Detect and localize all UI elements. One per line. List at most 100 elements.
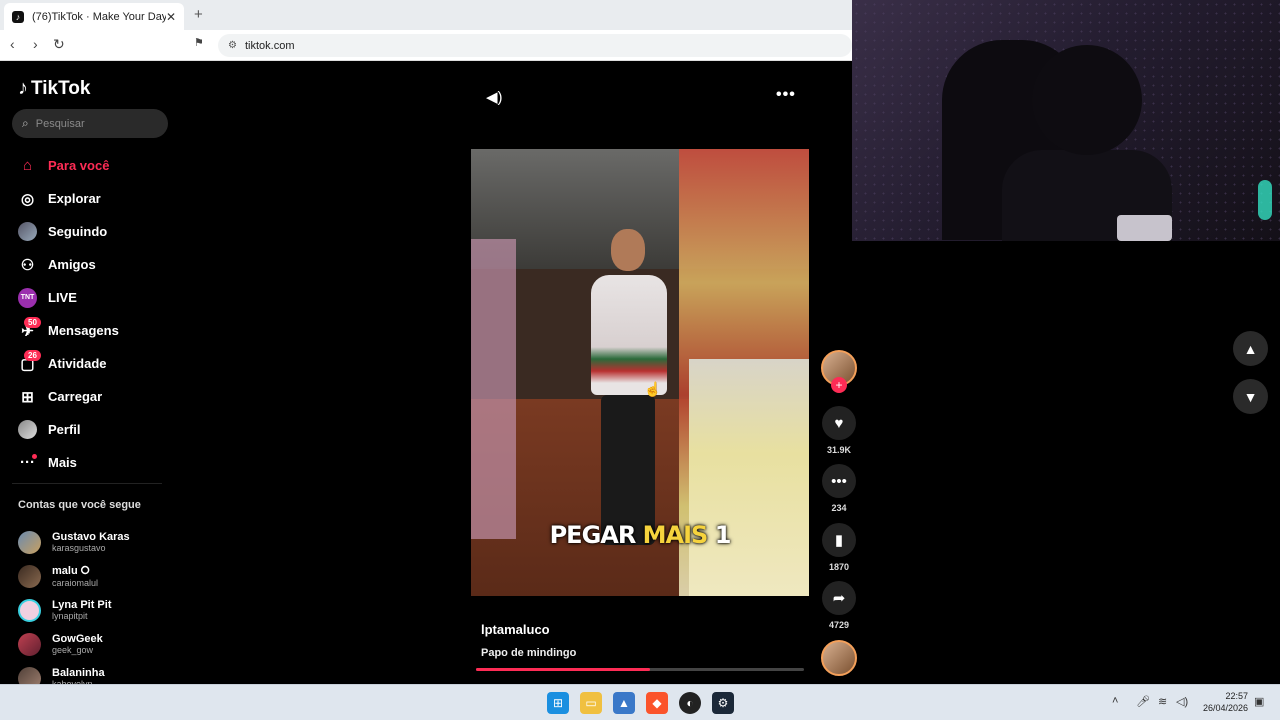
bookmark-save-icon[interactable]: ▮ [822,523,856,557]
wifi-icon[interactable]: ≋ [1158,695,1167,708]
following-name: malu ⭘ [52,564,90,577]
steam-icon[interactable]: ⚙ [712,692,734,714]
friends-icon: ⚇ [20,256,35,274]
comment-action[interactable]: ••• 234 [821,464,857,513]
following-item[interactable]: Balaninha kabevelyn [18,661,178,684]
comment-count: 234 [831,503,847,513]
profile-avatar-icon [18,420,37,439]
following-name: Balaninha [52,667,105,679]
sidebar-item-explorar[interactable]: ◎ Explorar [0,182,180,215]
sidebar: ♪ TikTok ⌕ Pesquisar ⌂ Para você ◎ Explo… [0,61,180,684]
forward-icon[interactable]: › [33,36,38,52]
sidebar-item-label: Mais [48,455,77,470]
windows-start-icon[interactable]: ⊞ [547,692,569,714]
following-item[interactable]: Lyna Pit Pit lynapitpit [18,593,178,627]
sidebar-item-mensagens[interactable]: ✈ 50 Mensagens [0,314,180,347]
microphone-icon[interactable]: 🎤︎ [1136,695,1150,708]
following-item[interactable]: malu ⭘ caraiomalul [18,559,178,593]
url-field[interactable]: ⚙ tiktok.com [218,34,852,57]
reload-icon[interactable]: ↻ [53,36,65,53]
save-action[interactable]: ▮ 1870 [821,523,857,572]
new-tab-button[interactable]: + [194,6,203,23]
like-count: 31.9K [826,445,852,455]
volume-icon[interactable]: ◀) [486,88,503,106]
video-scene-fridge [689,359,809,596]
sidebar-item-label: Atividade [48,356,107,371]
more-options-icon[interactable]: ••• [776,86,796,104]
search-input[interactable]: ⌕ Pesquisar [12,109,168,138]
follow-plus-button[interactable]: + [831,377,847,393]
url-text: tiktok.com [244,39,295,52]
following-list: Gustavo Karas karasgustavo malu ⭘ caraioma… [18,525,178,684]
next-video-chevron-down-icon[interactable]: ▼ [1233,379,1268,414]
messages-badge: 50 [24,317,41,328]
video-author[interactable]: lptamaluco [481,622,550,637]
video-progress-bar[interactable] [476,668,804,671]
share-action[interactable]: ➦ 4729 [821,581,857,630]
video-player[interactable]: PEGAR MAIS 1 [471,149,809,596]
notification-bell-icon[interactable]: ▣ [1254,695,1264,708]
following-item[interactable]: GowGeek geek_gow [18,627,178,661]
webcam-light [1258,180,1272,220]
search-placeholder: Pesquisar [35,117,85,130]
tray-chevron-up-icon[interactable]: ˄ [1112,695,1118,707]
sidebar-item-carregar[interactable]: ⊞ Carregar [0,380,180,413]
speaker-icon[interactable]: ◁) [1176,695,1188,708]
tiktok-logo[interactable]: ♪ TikTok [18,77,90,100]
sidebar-item-amigos[interactable]: ⚇ Amigos [0,248,180,281]
sidebar-item-para-voce[interactable]: ⌂ Para você [0,149,180,182]
browser-tab-bar: ♪ (76)TikTok · Make Your Day ✕ + [0,0,852,30]
sidebar-item-label: LIVE [48,290,77,305]
system-clock[interactable]: 22:57 26/04/2026 [1198,690,1248,714]
sidebar-item-mais[interactable]: ··· Mais [0,446,180,479]
following-avatar-icon [18,222,37,241]
caption-prefix: PEGAR [549,521,643,549]
app-icon[interactable]: ◐ [679,692,701,714]
sidebar-item-label: Perfil [48,422,81,437]
notification-dot [32,454,37,459]
following-handle: caraiomalul [52,577,99,588]
taskbar: ⊞ ▭ ▲ ◆ ◐ ⚙ ˄ 🎤︎ ≋ ◁) 22:57 26/04/2026 ▣ [0,684,1280,720]
browser-tab[interactable]: ♪ (76)TikTok · Make Your Day ✕ [4,3,184,30]
sidebar-item-label: Carregar [48,389,103,404]
bookmark-icon[interactable]: ⚑ [194,36,204,49]
avatar [18,564,41,588]
share-icon[interactable]: ➦ [822,581,856,615]
following-item[interactable]: Gustavo Karas karasgustavo [18,525,178,559]
sidebar-item-perfil[interactable]: Perfil [0,413,180,446]
avatar [18,666,41,684]
sidebar-item-label: Seguindo [48,224,108,239]
photos-icon[interactable]: ▲ [613,692,635,714]
sidebar-item-live[interactable]: TNT LIVE [0,281,180,314]
back-icon[interactable]: ‹ [10,36,15,52]
mouse-cursor-icon: ☝ [644,381,662,397]
home-icon: ⌂ [22,157,33,174]
sidebar-item-label: Para você [48,158,110,173]
site-info-icon[interactable]: ⚙ [228,40,237,51]
sidebar-item-label: Explorar [48,191,101,206]
address-bar-row: ‹ › ↻ ⚑ ⚙ tiktok.com [0,30,852,61]
close-tab-icon[interactable]: ✕ [166,10,176,24]
share-count: 4729 [828,620,850,630]
following-handle: geek_gow [52,645,94,655]
compass-icon: ◎ [20,190,35,208]
following-handle: karasgustavo [52,543,106,553]
video-scene-person [583,229,673,569]
clock-time: 22:57 [1225,691,1248,701]
logo-text: TikTok [31,77,91,99]
heart-icon[interactable]: ♥ [822,406,856,440]
search-icon: ⌕ [22,116,29,130]
webcam-cup [1117,215,1172,241]
upload-icon: ⊞ [21,388,34,406]
sidebar-item-label: Amigos [48,257,96,272]
brave-browser-icon[interactable]: ◆ [646,692,668,714]
screen: ♪ (76)TikTok · Make Your Day ✕ + ‹ › ↻ ⚑… [0,0,1280,720]
tiktok-logo-icon: ♪ [18,77,28,99]
music-disc-avatar[interactable] [821,640,857,676]
like-action[interactable]: ♥ 31.9K [821,406,857,455]
file-explorer-icon[interactable]: ▭ [580,692,602,714]
comment-icon[interactable]: ••• [822,464,856,498]
sidebar-item-atividade[interactable]: ▢ 26 Atividade [0,347,180,380]
sidebar-item-seguindo[interactable]: Seguindo [0,215,180,248]
previous-video-chevron-up-icon[interactable]: ▲ [1233,331,1268,366]
